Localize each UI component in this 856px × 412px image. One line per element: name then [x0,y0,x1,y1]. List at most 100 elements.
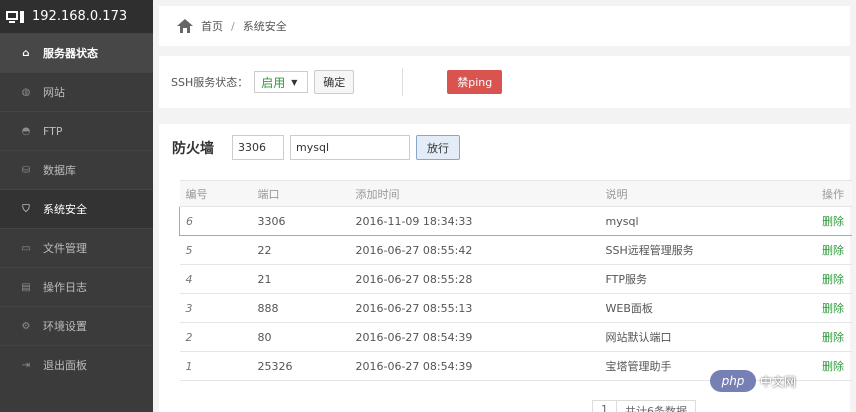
ssh-status-bar: SSH服务状态： 启用 ▼ 确定 禁ping [159,56,850,108]
firewall-header: 防火墙 3306 mysql 放行 [172,135,460,160]
breadcrumb: 首页 / 系统安全 [159,6,850,46]
pagination: 1 共计6条数据 [592,400,696,412]
table-row: 2 80 2016-06-27 08:54:39 网站默认端口 删除 [179,322,852,352]
delete-link[interactable]: 删除 [822,273,844,286]
sidebar-item-label: 环境设置 [43,320,87,333]
folder-icon: ▭ [21,242,31,254]
cell-time: 2016-11-09 18:34:33 [349,206,600,236]
cell-description: 网站默认端口 [599,322,800,352]
column-header-time: 添加时间 [349,180,600,207]
table-row: 5 22 2016-06-27 08:55:42 SSH远程管理服务 删除 [179,235,852,265]
cell-action: 删除 [799,264,852,294]
table-header-row: 编号 端口 添加时间 说明 操作 [179,180,852,207]
server-host: 192.168.0.173 [32,9,128,24]
port-input[interactable]: 3306 [232,135,284,160]
sidebar-item-server-status[interactable]: ⌂ 服务器状态 [0,33,153,72]
sidebar-item-database[interactable]: ⛁ 数据库 [0,150,153,189]
cell-port: 25326 [251,351,350,381]
table-row: 4 21 2016-06-27 08:55:28 FTP服务 删除 [179,264,852,294]
server-host-header: 192.168.0.173 [0,0,153,33]
sidebar-item-label: 操作日志 [43,281,87,294]
delete-link[interactable]: 删除 [822,302,844,315]
cell-action: 删除 [799,351,852,381]
cell-time: 2016-06-27 08:55:42 [349,235,600,265]
cell-port: 22 [251,235,350,265]
main-content: 首页 / 系统安全 SSH服务状态： 启用 ▼ 确定 禁ping 防火墙 330… [153,0,856,412]
firewall-panel: 防火墙 3306 mysql 放行 编号 端口 添加时间 说明 操作 6 330… [159,124,852,412]
log-icon: ▤ [21,281,31,293]
table-row: 3 888 2016-06-27 08:55:13 WEB面板 删除 [179,293,852,323]
cell-id: 1 [179,351,252,381]
allow-button[interactable]: 放行 [416,135,460,160]
cell-action: 删除 [799,235,852,265]
sidebar-item-logout[interactable]: ⇥ 退出面板 [0,345,153,384]
column-header-id: 编号 [179,180,252,207]
firewall-title: 防火墙 [172,140,214,157]
ssh-status-value: 启用 [261,75,286,90]
cell-id: 2 [179,322,252,352]
column-header-action: 操作 [799,180,852,207]
total-count: 共计6条数据 [617,400,696,412]
description-input[interactable]: mysql [290,135,410,160]
cell-id: 5 [179,235,252,265]
sidebar-item-logs[interactable]: ▤ 操作日志 [0,267,153,306]
database-icon: ⛁ [21,164,31,176]
cell-id: 3 [179,293,252,323]
cell-port: 80 [251,322,350,352]
ssh-status-select[interactable]: 启用 ▼ [254,71,309,93]
sidebar-item-website[interactable]: ◍ 网站 [0,72,153,111]
sidebar-item-label: FTP [43,124,63,138]
cell-description: FTP服务 [599,264,800,294]
sidebar-item-label: 系统安全 [43,203,87,216]
watermark: php 中文网 [710,370,796,392]
breadcrumb-current: 系统安全 [242,20,287,33]
column-header-description: 说明 [599,180,800,207]
ssh-status-label: SSH服务状态： [171,76,249,89]
page-number[interactable]: 1 [592,400,617,412]
cell-description: mysql [599,206,800,236]
firewall-table: 编号 端口 添加时间 说明 操作 6 3306 2016-11-09 18:34… [179,180,852,381]
gear-icon: ⚙ [21,320,31,332]
breadcrumb-home[interactable]: 首页 [201,18,223,34]
cell-description: SSH远程管理服务 [599,235,800,265]
delete-link[interactable]: 删除 [822,360,844,373]
home-icon: ⌂ [22,47,30,59]
column-header-port: 端口 [251,180,350,207]
globe-icon: ◍ [21,86,31,98]
sidebar-item-files[interactable]: ▭ 文件管理 [0,228,153,267]
sidebar-item-settings[interactable]: ⚙ 环境设置 [0,306,153,345]
sidebar-item-label: 网站 [43,86,65,99]
cell-id: 6 [179,206,252,236]
cell-action: 删除 [799,293,852,323]
monitor-icon [6,10,26,24]
cell-description: WEB面板 [599,293,800,323]
divider [402,68,404,96]
cell-time: 2016-06-27 08:55:13 [349,293,600,323]
confirm-button[interactable]: 确定 [314,70,355,94]
cell-id: 4 [179,264,252,294]
sidebar-item-label: 服务器状态 [43,47,98,60]
home-icon[interactable] [177,19,193,33]
table-row: 6 3306 2016-11-09 18:34:33 mysql 删除 [179,206,852,236]
cell-port: 21 [251,264,350,294]
delete-link[interactable]: 删除 [822,244,844,257]
sidebar-item-label: 文件管理 [43,242,87,255]
exit-icon: ⇥ [21,359,31,371]
cell-action: 删除 [799,322,852,352]
caret-down-icon: ▼ [291,77,298,87]
sidebar: 192.168.0.173 ⌂ 服务器状态 ◍ 网站 ◓ FTP ⛁ 数据库 ⛉… [0,0,153,412]
cell-port: 888 [251,293,350,323]
watermark-logo: php [710,370,756,392]
sidebar-item-ftp[interactable]: ◓ FTP [0,111,153,150]
ftp-icon: ◓ [21,125,31,137]
delete-link[interactable]: 删除 [822,215,844,228]
cell-port: 3306 [251,206,350,236]
sidebar-item-label: 数据库 [43,164,76,177]
delete-link[interactable]: 删除 [822,331,844,344]
cell-time: 2016-06-27 08:54:39 [349,322,600,352]
shield-icon: ⛉ [22,203,30,215]
disable-ping-button[interactable]: 禁ping [447,70,503,94]
cell-time: 2016-06-27 08:54:39 [349,351,600,381]
watermark-text: 中文网 [760,374,797,389]
sidebar-item-security[interactable]: ⛉ 系统安全 [0,189,153,228]
